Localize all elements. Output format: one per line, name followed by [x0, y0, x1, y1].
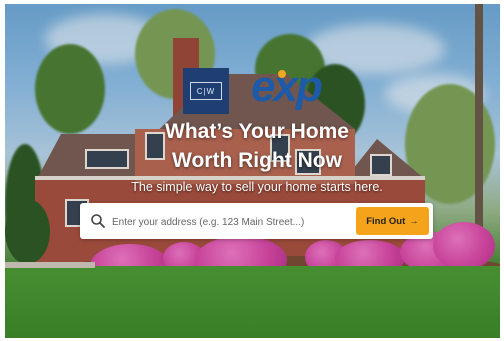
search-icon	[91, 214, 105, 228]
headline-line-1: What’s Your Home	[165, 120, 349, 143]
address-search-bar: Find Out →	[80, 203, 433, 239]
subheadline: The simple way to sell your home starts …	[131, 180, 383, 194]
cw-monogram: C|W	[190, 82, 222, 100]
address-input[interactable]	[110, 209, 354, 235]
find-out-label: Find Out	[366, 215, 406, 227]
exp-logo: exp	[251, 62, 323, 111]
find-out-button[interactable]: Find Out →	[356, 207, 429, 235]
arrow-right-icon: →	[409, 215, 419, 227]
exp-logo-dot	[278, 70, 286, 78]
cw-logo: C|W	[183, 68, 229, 114]
headline-line-2: Worth Right Now	[172, 149, 342, 172]
